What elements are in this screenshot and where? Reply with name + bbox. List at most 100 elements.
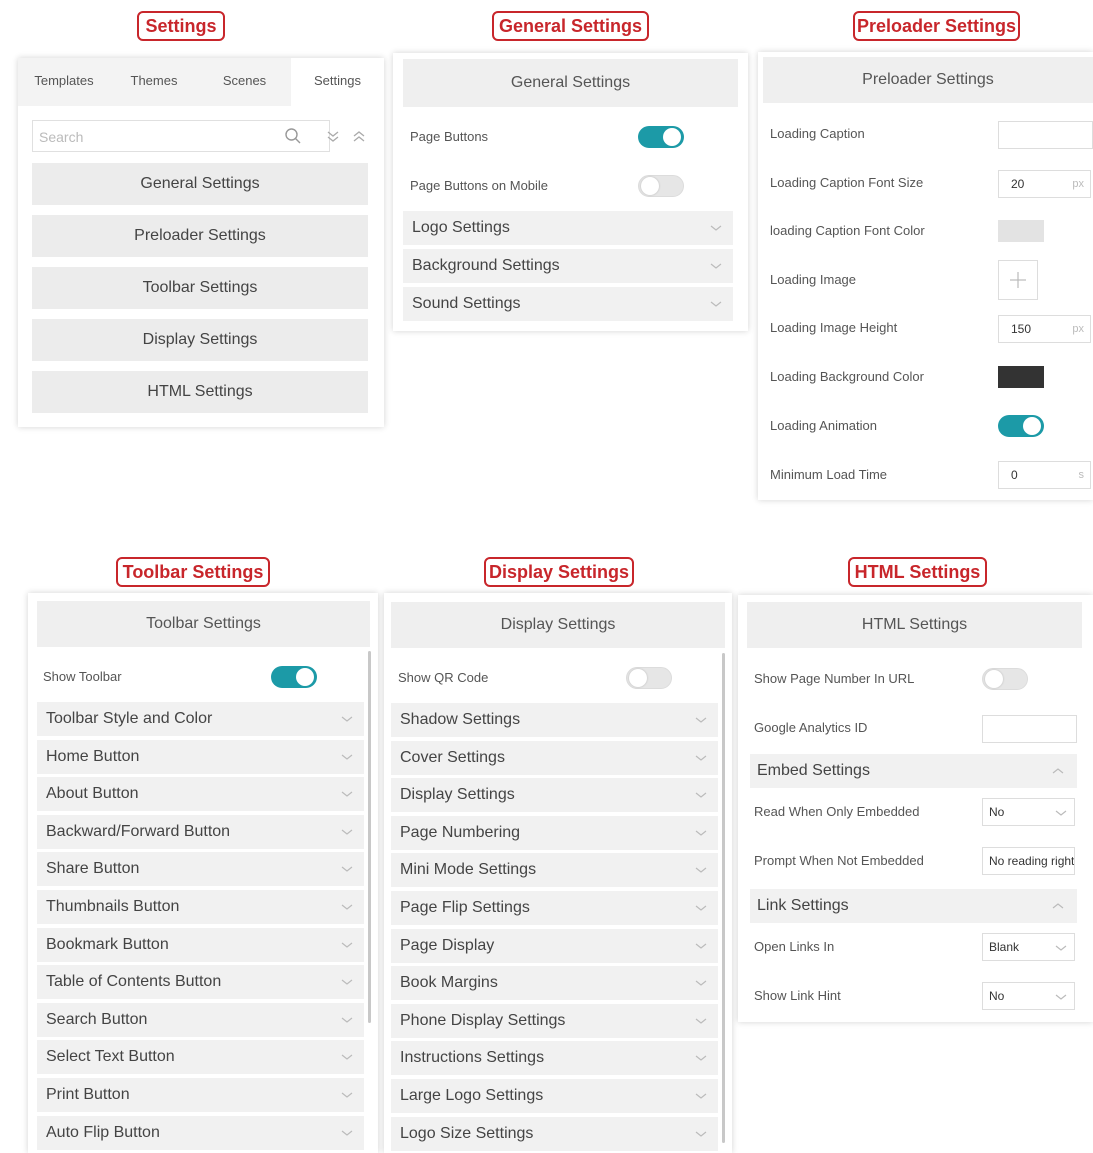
prompt-not-embedded-input[interactable]: No reading rights: [982, 847, 1075, 875]
caption-font-color-swatch[interactable]: [998, 220, 1044, 242]
search-icon[interactable]: [283, 126, 303, 146]
loading-caption-input[interactable]: [998, 121, 1093, 149]
page-number-url-label: Show Page Number In URL: [754, 671, 915, 686]
tab-templates[interactable]: Templates: [18, 58, 110, 106]
section-label: Page Numbering: [400, 823, 521, 841]
chevron-down-icon: [341, 754, 353, 760]
section-select-text-button[interactable]: Select Text Button: [37, 1040, 364, 1075]
chevron-down-icon: [695, 1093, 707, 1099]
chevron-down-icon: [341, 716, 353, 722]
section-cover-settings[interactable]: Cover Settings: [391, 740, 718, 775]
section-label: Page Flip Settings: [400, 899, 530, 916]
section-share-button[interactable]: Share Button: [37, 852, 364, 887]
add-image-button[interactable]: [998, 260, 1038, 300]
section-label: Background Settings: [412, 257, 560, 274]
section-label: Mini Mode Settings: [400, 861, 537, 879]
chevron-down-icon: [1055, 810, 1067, 816]
section-page-display[interactable]: Page Display: [391, 928, 718, 963]
section-mini-mode-settings[interactable]: Mini Mode Settings: [391, 853, 718, 888]
preloader-settings-panel: Preloader Settings Loading Caption Loadi…: [758, 52, 1093, 500]
select-value: No reading rights: [989, 854, 1075, 868]
section-logo-settings[interactable]: Logo Settings: [403, 211, 733, 245]
chevron-down-icon: [695, 1018, 707, 1024]
section-background-settings[interactable]: Background Settings: [403, 249, 733, 283]
section-phone-display-settings[interactable]: Phone Display Settings: [391, 1003, 718, 1038]
section-label: Link Settings: [757, 897, 849, 914]
section-label: Thumbnails Button: [46, 898, 180, 915]
search-input[interactable]: [39, 126, 279, 148]
menu-html-settings[interactable]: HTML Settings: [32, 371, 368, 413]
loading-bg-color-swatch[interactable]: [998, 366, 1044, 388]
expand-all-icon[interactable]: [323, 126, 343, 146]
section-bookmark-button[interactable]: Bookmark Button: [37, 927, 364, 962]
page-number-url-toggle[interactable]: [982, 668, 1028, 690]
tab-bar: Templates Themes Scenes Settings: [18, 58, 384, 106]
panel-title: Display Settings: [391, 602, 725, 648]
section-logo-size-settings[interactable]: Logo Size Settings: [391, 1116, 718, 1151]
tab-themes[interactable]: Themes: [110, 58, 198, 106]
field-unit: px: [1072, 323, 1084, 335]
section-instructions-settings[interactable]: Instructions Settings: [391, 1041, 718, 1076]
google-analytics-input[interactable]: [982, 715, 1077, 743]
chevron-down-icon: [695, 905, 707, 911]
section-toolbar-style-and-color[interactable]: Toolbar Style and Color: [37, 702, 364, 736]
section-auto-flip-button[interactable]: Auto Flip Button: [37, 1115, 364, 1150]
section-link-settings[interactable]: Link Settings: [750, 889, 1077, 923]
chevron-down-icon: [695, 1131, 707, 1137]
section-table-of-contents-button[interactable]: Table of Contents Button: [37, 965, 364, 1000]
menu-general-settings[interactable]: General Settings: [32, 163, 368, 205]
chevron-down-icon: [1055, 945, 1067, 951]
scrollbar[interactable]: [368, 651, 371, 1023]
section-label: Table of Contents Button: [46, 973, 222, 991]
min-load-time-input[interactable]: 0 s: [998, 461, 1091, 489]
page-buttons-toggle[interactable]: [638, 126, 684, 148]
google-analytics-label: Google Analytics ID: [754, 720, 868, 735]
row-loading-animation: Loading Animation: [770, 409, 1093, 443]
tab-settings[interactable]: Settings: [291, 58, 384, 106]
section-display-settings[interactable]: Display Settings: [391, 778, 718, 813]
loading-image-label: Loading Image: [770, 272, 857, 287]
section-about-button[interactable]: About Button: [37, 777, 364, 812]
section-backward-forward-button[interactable]: Backward/Forward Button: [37, 814, 364, 849]
field-unit: px: [1072, 178, 1084, 190]
section-search-button[interactable]: Search Button: [37, 1002, 364, 1037]
open-links-in-select[interactable]: Blank: [982, 933, 1075, 961]
menu-toolbar-settings[interactable]: Toolbar Settings: [32, 267, 368, 309]
read-when-embedded-select[interactable]: No: [982, 798, 1075, 826]
menu-preloader-settings[interactable]: Preloader Settings: [32, 215, 368, 257]
scrollbar[interactable]: [722, 653, 725, 1143]
chevron-down-icon: [695, 830, 707, 836]
section-shadow-settings[interactable]: Shadow Settings: [391, 703, 718, 737]
chevron-down-icon: [341, 1092, 353, 1098]
tab-scenes[interactable]: Scenes: [198, 58, 291, 106]
menu-display-settings[interactable]: Display Settings: [32, 319, 368, 361]
caption-font-size-input[interactable]: 20 px: [998, 170, 1091, 198]
chevron-down-icon: [1055, 994, 1067, 1000]
section-large-logo-settings[interactable]: Large Logo Settings: [391, 1079, 718, 1113]
section-sound-settings[interactable]: Sound Settings: [403, 287, 733, 321]
section-home-button[interactable]: Home Button: [37, 739, 364, 774]
loading-animation-toggle[interactable]: [998, 415, 1044, 437]
section-embed-settings[interactable]: Embed Settings: [750, 754, 1077, 788]
settings-panel: Templates Themes Scenes Settings General…: [18, 58, 384, 427]
collapse-all-icon[interactable]: [349, 126, 369, 146]
row-page-buttons: Page Buttons: [410, 120, 730, 154]
section-thumbnails-button[interactable]: Thumbnails Button: [37, 890, 364, 924]
callout-preloader-settings: Preloader Settings: [853, 11, 1020, 41]
section-label: Instructions Settings: [400, 1049, 545, 1067]
row-loading-bg-color: Loading Background Color: [770, 360, 1093, 394]
show-link-hint-label: Show Link Hint: [754, 988, 841, 1003]
section-page-flip-settings[interactable]: Page Flip Settings: [391, 891, 718, 925]
section-label: Bookmark Button: [46, 935, 169, 953]
page-buttons-mobile-toggle[interactable]: [638, 175, 684, 197]
chevron-down-icon: [710, 301, 722, 307]
show-link-hint-select[interactable]: No: [982, 982, 1075, 1010]
section-page-numbering[interactable]: Page Numbering: [391, 815, 718, 850]
section-print-button[interactable]: Print Button: [37, 1078, 364, 1112]
loading-image-height-input[interactable]: 150 px: [998, 315, 1091, 343]
show-toolbar-toggle[interactable]: [271, 666, 317, 688]
caption-font-color-label: loading Caption Font Color: [770, 223, 925, 238]
show-qr-code-toggle[interactable]: [626, 667, 672, 689]
section-book-margins[interactable]: Book Margins: [391, 966, 718, 1001]
section-label: Shadow Settings: [400, 711, 521, 728]
